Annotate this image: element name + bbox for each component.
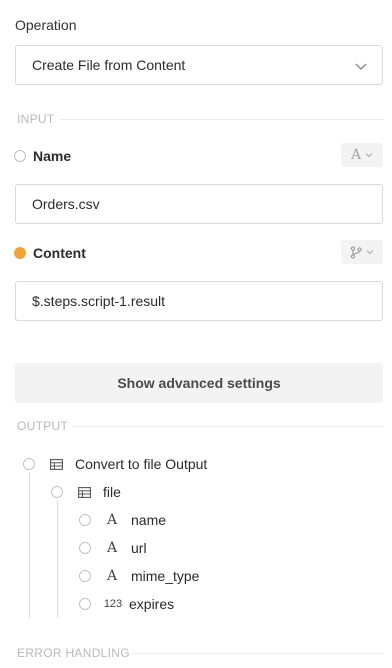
- output-field-row[interactable]: A url: [79, 538, 147, 558]
- show-advanced-settings-button[interactable]: Show advanced settings: [15, 363, 383, 403]
- text-type-icon: A: [106, 568, 118, 584]
- select-radio-icon[interactable]: [79, 598, 91, 610]
- content-field-label: Content: [33, 245, 86, 261]
- output-field-row[interactable]: A mime_type: [79, 566, 199, 586]
- input-section-divider: [60, 119, 383, 120]
- output-field-label: name: [131, 512, 167, 528]
- required-indicator-icon: [14, 247, 26, 259]
- error-handling-divider: [132, 653, 383, 654]
- output-field-label: url: [131, 540, 147, 556]
- select-radio-icon[interactable]: [79, 570, 91, 582]
- tree-guide-line: [57, 500, 58, 618]
- chevron-down-icon: [365, 153, 373, 158]
- select-radio-icon[interactable]: [23, 458, 35, 470]
- output-section-title: OUTPUT: [17, 419, 69, 433]
- name-field-header: Name A: [14, 143, 383, 167]
- content-type-selector[interactable]: [341, 240, 383, 264]
- error-handling-section-title: ERROR HANDLING: [17, 646, 130, 660]
- operation-select[interactable]: Create File from Content: [15, 45, 383, 85]
- table-icon: [77, 485, 91, 499]
- select-radio-icon[interactable]: [51, 486, 63, 498]
- output-field-label: mime_type: [131, 568, 200, 584]
- name-type-selector[interactable]: A: [341, 143, 383, 167]
- output-field-row[interactable]: 123 expires: [79, 594, 174, 614]
- output-root-row[interactable]: Convert to file Output: [23, 454, 207, 474]
- table-icon: [49, 457, 63, 471]
- content-input[interactable]: $.steps.script-1.result: [15, 281, 383, 321]
- output-field-row[interactable]: A name: [79, 510, 166, 530]
- operation-label: Operation: [15, 17, 77, 33]
- output-section-divider: [72, 426, 383, 427]
- branch-icon: [350, 245, 362, 259]
- content-field-header: Content: [14, 240, 383, 264]
- operation-selected-value: Create File from Content: [32, 57, 186, 73]
- optional-indicator-icon: [14, 150, 26, 162]
- text-type-icon: A: [106, 540, 118, 556]
- select-radio-icon[interactable]: [79, 514, 91, 526]
- select-radio-icon[interactable]: [79, 542, 91, 554]
- number-type-icon: 123: [103, 598, 123, 610]
- tree-guide-line: [29, 472, 30, 618]
- output-file-row[interactable]: file: [51, 482, 121, 502]
- output-root-label: Convert to file Output: [75, 456, 208, 472]
- name-field-label: Name: [33, 148, 72, 164]
- name-input[interactable]: Orders.csv: [15, 184, 383, 224]
- output-file-label: file: [103, 484, 121, 500]
- text-type-icon: A: [106, 512, 118, 528]
- chevron-down-icon: [366, 250, 374, 255]
- text-type-icon: A: [350, 147, 362, 163]
- output-field-label: expires: [129, 596, 175, 612]
- chevron-down-icon: [355, 63, 367, 70]
- input-section-title: INPUT: [17, 112, 55, 126]
